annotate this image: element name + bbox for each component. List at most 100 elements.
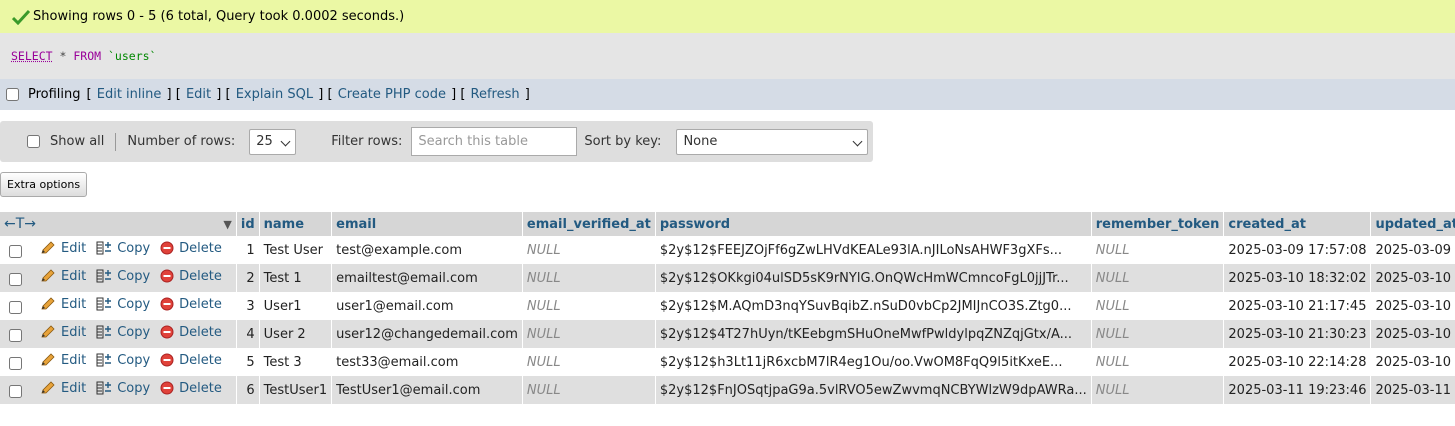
edit-row-button[interactable]: Edit — [40, 241, 86, 256]
cell-id[interactable]: 6 — [236, 376, 260, 404]
column-header-updated-at[interactable]: updated_at — [1370, 212, 1455, 236]
column-width-arrows-icon[interactable]: ←T→ — [4, 216, 36, 232]
column-header-remember-token[interactable]: remember_token — [1091, 212, 1225, 236]
filter-rows-input[interactable]: Search this table — [411, 127, 578, 156]
cell-email-verified-at[interactable]: NULL — [522, 264, 656, 292]
cell-email-verified-at[interactable]: NULL — [522, 348, 656, 376]
edit-inline-link[interactable]: Edit inline — [97, 87, 162, 102]
cell-password[interactable]: $2y$12$OKkgi04ulSD5sK9rNYlG.OnQWcHmWCmnc… — [655, 264, 1092, 292]
copy-row-button[interactable]: Copy — [96, 241, 150, 256]
cell-created-at[interactable]: 2025-03-11 19:23:46 — [1223, 376, 1372, 404]
sort-dropdown-icon[interactable]: ▼ — [223, 218, 231, 231]
cell-password[interactable]: $2y$12$M.AQmD3nqYSuvBqibZ.nSuD0vbCp2JMIJ… — [655, 292, 1092, 320]
delete-icon — [160, 297, 179, 311]
cell-email[interactable]: emailtest@email.com — [331, 264, 523, 292]
cell-password[interactable]: $2y$12$4T27hUyn/tKEebgmSHuOneMwfPwldylpq… — [655, 320, 1092, 348]
cell-created-at[interactable]: 2025-03-10 22:14:28 — [1223, 348, 1372, 376]
row-select-checkbox[interactable] — [9, 385, 22, 399]
cell-name[interactable]: Test User — [259, 236, 333, 264]
sql-table-name: `users` — [108, 49, 157, 63]
row-select-checkbox[interactable] — [9, 273, 22, 287]
column-header-email[interactable]: email — [331, 212, 523, 236]
cell-name[interactable]: TestUser1 — [259, 376, 333, 404]
cell-created-at[interactable]: 2025-03-10 21:30:23 — [1223, 320, 1372, 348]
cell-created-at[interactable]: 2025-03-10 21:17:45 — [1223, 292, 1372, 320]
query-success-message: Showing rows 0 - 5 (6 total, Query took … — [0, 0, 1455, 33]
copy-row-button[interactable]: Copy — [96, 325, 150, 340]
cell-email[interactable]: TestUser1@email.com — [331, 376, 523, 404]
cell-id[interactable]: 1 — [236, 236, 260, 264]
profiling-checkbox[interactable] — [6, 88, 19, 101]
cell-name[interactable]: User 2 — [259, 320, 333, 348]
delete-row-button[interactable]: Delete — [160, 241, 222, 256]
cell-updated-at[interactable]: 2025-03-10 18:32:02 — [1370, 264, 1455, 292]
cell-password[interactable]: $2y$12$FnJOSqtjpaG9a.5vlRVO5ewZwvmqNCBYW… — [655, 376, 1092, 404]
copy-icon — [96, 381, 117, 395]
cell-updated-at[interactable]: 2025-03-10 22:15:12 — [1370, 348, 1455, 376]
copy-row-button[interactable]: Copy — [96, 353, 150, 368]
cell-id[interactable]: 3 — [236, 292, 260, 320]
cell-email[interactable]: test@example.com — [331, 236, 523, 264]
cell-remember-token[interactable]: NULL — [1091, 348, 1225, 376]
cell-name[interactable]: Test 3 — [259, 348, 333, 376]
copy-row-button[interactable]: Copy — [96, 297, 150, 312]
delete-row-label: Delete — [179, 296, 222, 312]
cell-updated-at[interactable]: 2025-03-10 22:12:08 — [1370, 320, 1455, 348]
create-php-link[interactable]: Create PHP code — [338, 87, 446, 102]
row-select-checkbox[interactable] — [9, 245, 22, 259]
cell-id[interactable]: 2 — [236, 264, 260, 292]
edit-link[interactable]: Edit — [186, 87, 211, 102]
copy-row-button[interactable]: Copy — [96, 269, 150, 284]
column-header-id[interactable]: id — [236, 212, 260, 236]
cell-remember-token[interactable]: NULL — [1091, 292, 1225, 320]
delete-row-button[interactable]: Delete — [160, 269, 222, 284]
cell-created-at[interactable]: 2025-03-09 17:57:08 — [1223, 236, 1372, 264]
row-select-checkbox[interactable] — [9, 357, 22, 371]
cell-remember-token[interactable]: NULL — [1091, 264, 1225, 292]
cell-remember-token[interactable]: NULL — [1091, 320, 1225, 348]
cell-id[interactable]: 5 — [236, 348, 260, 376]
cell-created-at[interactable]: 2025-03-10 18:32:02 — [1223, 264, 1372, 292]
cell-updated-at[interactable]: 2025-03-11 19:23:46 — [1370, 376, 1455, 404]
edit-row-button[interactable]: Edit — [40, 353, 86, 368]
number-of-rows-select[interactable]: 25 — [249, 128, 297, 155]
chevron-down-icon — [280, 136, 291, 146]
cell-email[interactable]: user12@changedemail.com — [331, 320, 523, 348]
cell-remember-token[interactable]: NULL — [1091, 236, 1225, 264]
cell-name[interactable]: Test 1 — [259, 264, 333, 292]
cell-email-verified-at[interactable]: NULL — [522, 320, 656, 348]
row-select-checkbox[interactable] — [9, 301, 22, 315]
sort-by-key-select[interactable]: None — [676, 128, 869, 155]
copy-row-button[interactable]: Copy — [96, 381, 150, 396]
edit-row-button[interactable]: Edit — [40, 325, 86, 340]
cell-updated-at[interactable]: 2025-03-09 17:57:08 — [1370, 236, 1455, 264]
cell-email[interactable]: test33@email.com — [331, 348, 523, 376]
delete-row-button[interactable]: Delete — [160, 353, 222, 368]
cell-remember-token[interactable]: NULL — [1091, 376, 1225, 404]
column-header-password[interactable]: password — [655, 212, 1092, 236]
show-all-checkbox[interactable] — [27, 135, 40, 148]
edit-row-button[interactable]: Edit — [40, 269, 86, 284]
cell-password[interactable]: $2y$12$FEEJZOjFf6gZwLHVdKEALe93lA.nJILoN… — [655, 236, 1092, 264]
row-select-checkbox[interactable] — [9, 329, 22, 343]
cell-email-verified-at[interactable]: NULL — [522, 236, 656, 264]
delete-row-button[interactable]: Delete — [160, 297, 222, 312]
column-header-created-at[interactable]: created_at — [1223, 212, 1372, 236]
delete-row-button[interactable]: Delete — [160, 381, 222, 396]
cell-email[interactable]: user1@email.com — [331, 292, 523, 320]
extra-options-button[interactable]: Extra options — [0, 172, 88, 197]
cell-email-verified-at[interactable]: NULL — [522, 292, 656, 320]
copy-icon — [96, 353, 117, 367]
cell-updated-at[interactable]: 2025-03-10 21:17:45 — [1370, 292, 1455, 320]
edit-row-button[interactable]: Edit — [40, 297, 86, 312]
delete-row-button[interactable]: Delete — [160, 325, 222, 340]
edit-row-button[interactable]: Edit — [40, 381, 86, 396]
cell-id[interactable]: 4 — [236, 320, 260, 348]
refresh-link[interactable]: Refresh — [471, 87, 520, 102]
column-header-email-verified-at[interactable]: email_verified_at — [522, 212, 656, 236]
explain-sql-link[interactable]: Explain SQL — [236, 87, 313, 102]
column-header-name[interactable]: name — [259, 212, 333, 236]
cell-password[interactable]: $2y$12$h3Lt11jR6xcbM7lR4eg1Ou/oo.VwOM8Fq… — [655, 348, 1092, 376]
cell-name[interactable]: User1 — [259, 292, 333, 320]
cell-email-verified-at[interactable]: NULL — [522, 376, 656, 404]
